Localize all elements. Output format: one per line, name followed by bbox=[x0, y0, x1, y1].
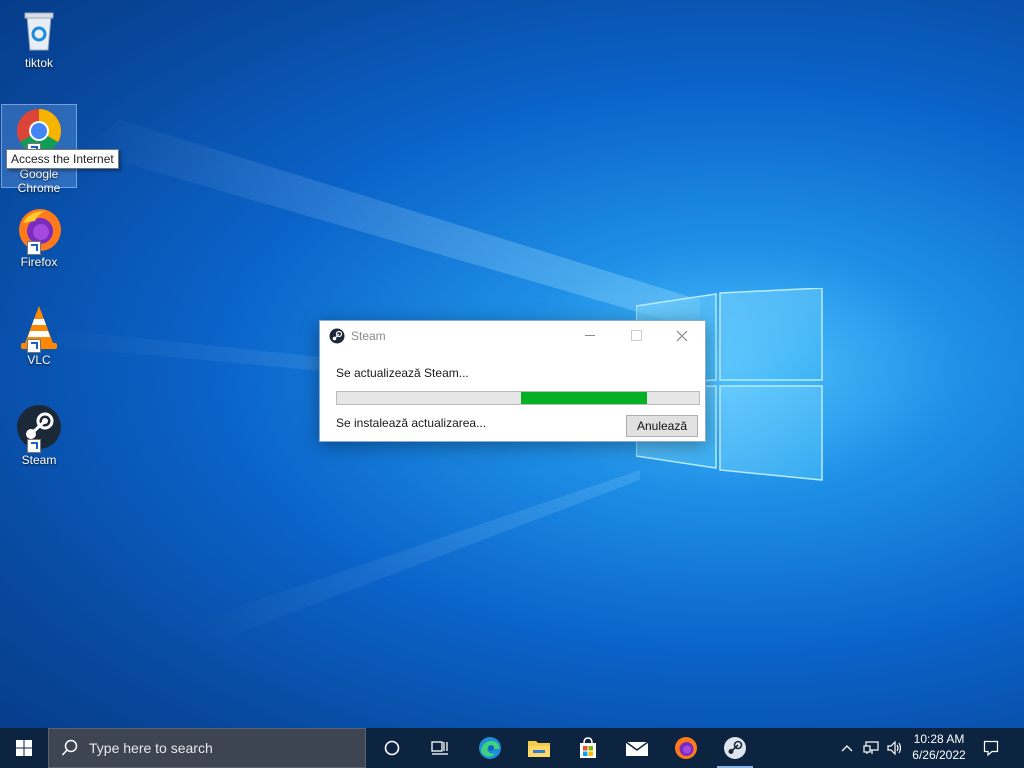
taskbar: Type here to search 10:28 AM 6/26/2022 bbox=[0, 728, 1024, 768]
action-center-button[interactable] bbox=[976, 728, 1006, 768]
shortcut-arrow-icon bbox=[27, 241, 41, 255]
taskbar-store[interactable] bbox=[564, 728, 612, 768]
minimize-button[interactable] bbox=[567, 321, 613, 350]
cortana-button[interactable] bbox=[368, 728, 416, 768]
maximize-button[interactable] bbox=[613, 321, 659, 350]
desktop-icon-label: VLC bbox=[27, 353, 51, 367]
network-button[interactable] bbox=[860, 728, 882, 768]
search-icon bbox=[61, 739, 78, 756]
taskbar-file-explorer[interactable] bbox=[515, 728, 563, 768]
desktop-icon-label: Steam bbox=[21, 453, 57, 467]
desktop-icon-steam[interactable]: Steam bbox=[2, 403, 76, 467]
dialog-status: Se instalează actualizarea... bbox=[336, 416, 487, 430]
show-hidden-icons-button[interactable] bbox=[836, 728, 858, 768]
firefox-icon bbox=[15, 205, 63, 255]
volume-icon bbox=[887, 741, 902, 755]
tooltip: Access the Internet bbox=[6, 149, 119, 169]
steam-icon bbox=[724, 737, 746, 759]
desktop-icon-label: Google Chrome bbox=[17, 167, 61, 195]
clock-date: 6/26/2022 bbox=[912, 748, 966, 762]
steam-icon bbox=[15, 403, 63, 453]
volume-button[interactable] bbox=[884, 728, 906, 768]
chrome-icon bbox=[15, 107, 63, 157]
desktop-icon-vlc[interactable]: VLC bbox=[2, 303, 76, 367]
shortcut-arrow-icon bbox=[27, 339, 41, 353]
desktop-icon-label: Firefox bbox=[20, 255, 58, 269]
clock[interactable]: 10:28 AM 6/26/2022 bbox=[904, 731, 974, 763]
desktop-icon-label: tiktok bbox=[24, 56, 53, 70]
dialog-title: Steam bbox=[351, 328, 386, 343]
taskbar-edge[interactable] bbox=[466, 728, 514, 768]
cancel-button[interactable]: Anulează bbox=[626, 415, 698, 437]
chevron-up-icon bbox=[841, 745, 853, 752]
vlc-icon bbox=[15, 303, 63, 353]
progress-fill bbox=[520, 392, 647, 404]
steam-update-dialog: Steam Se actualizează Steam... Se instal… bbox=[319, 320, 706, 442]
desktop: tiktok Google Chrome Firefox VLC Steam A… bbox=[0, 0, 1024, 728]
steam-icon bbox=[329, 328, 345, 343]
shortcut-arrow-icon bbox=[27, 439, 41, 453]
taskbar-steam[interactable] bbox=[711, 728, 759, 768]
cortana-icon bbox=[384, 740, 400, 756]
firefox-icon bbox=[675, 737, 697, 759]
desktop-icon-tiktok[interactable]: tiktok bbox=[2, 6, 76, 70]
file-explorer-icon bbox=[528, 741, 550, 757]
desktop-icon-firefox[interactable]: Firefox bbox=[2, 205, 76, 269]
task-view-icon bbox=[431, 741, 448, 755]
dialog-titlebar[interactable]: Steam bbox=[320, 321, 705, 350]
task-view-button[interactable] bbox=[416, 728, 464, 768]
maximize-icon bbox=[630, 330, 642, 341]
close-button[interactable] bbox=[659, 321, 705, 350]
edge-icon bbox=[479, 737, 501, 759]
windows-start-icon bbox=[16, 740, 32, 756]
progress-bar bbox=[336, 391, 700, 405]
start-button[interactable] bbox=[0, 728, 48, 768]
dialog-message: Se actualizează Steam... bbox=[336, 366, 469, 380]
desktop-icon-chrome[interactable]: Google Chrome bbox=[1, 104, 77, 195]
minimize-icon bbox=[585, 335, 595, 336]
close-icon bbox=[676, 330, 688, 341]
notification-icon bbox=[983, 740, 999, 756]
search-placeholder: Type here to search bbox=[89, 740, 213, 756]
mail-icon bbox=[625, 741, 649, 756]
clock-time: 10:28 AM bbox=[913, 732, 965, 746]
taskbar-mail[interactable] bbox=[613, 728, 661, 768]
store-icon bbox=[580, 737, 596, 758]
recycle-bin-icon bbox=[15, 6, 63, 54]
search-box[interactable]: Type here to search bbox=[48, 728, 366, 768]
taskbar-firefox[interactable] bbox=[662, 728, 710, 768]
network-icon bbox=[863, 741, 879, 754]
